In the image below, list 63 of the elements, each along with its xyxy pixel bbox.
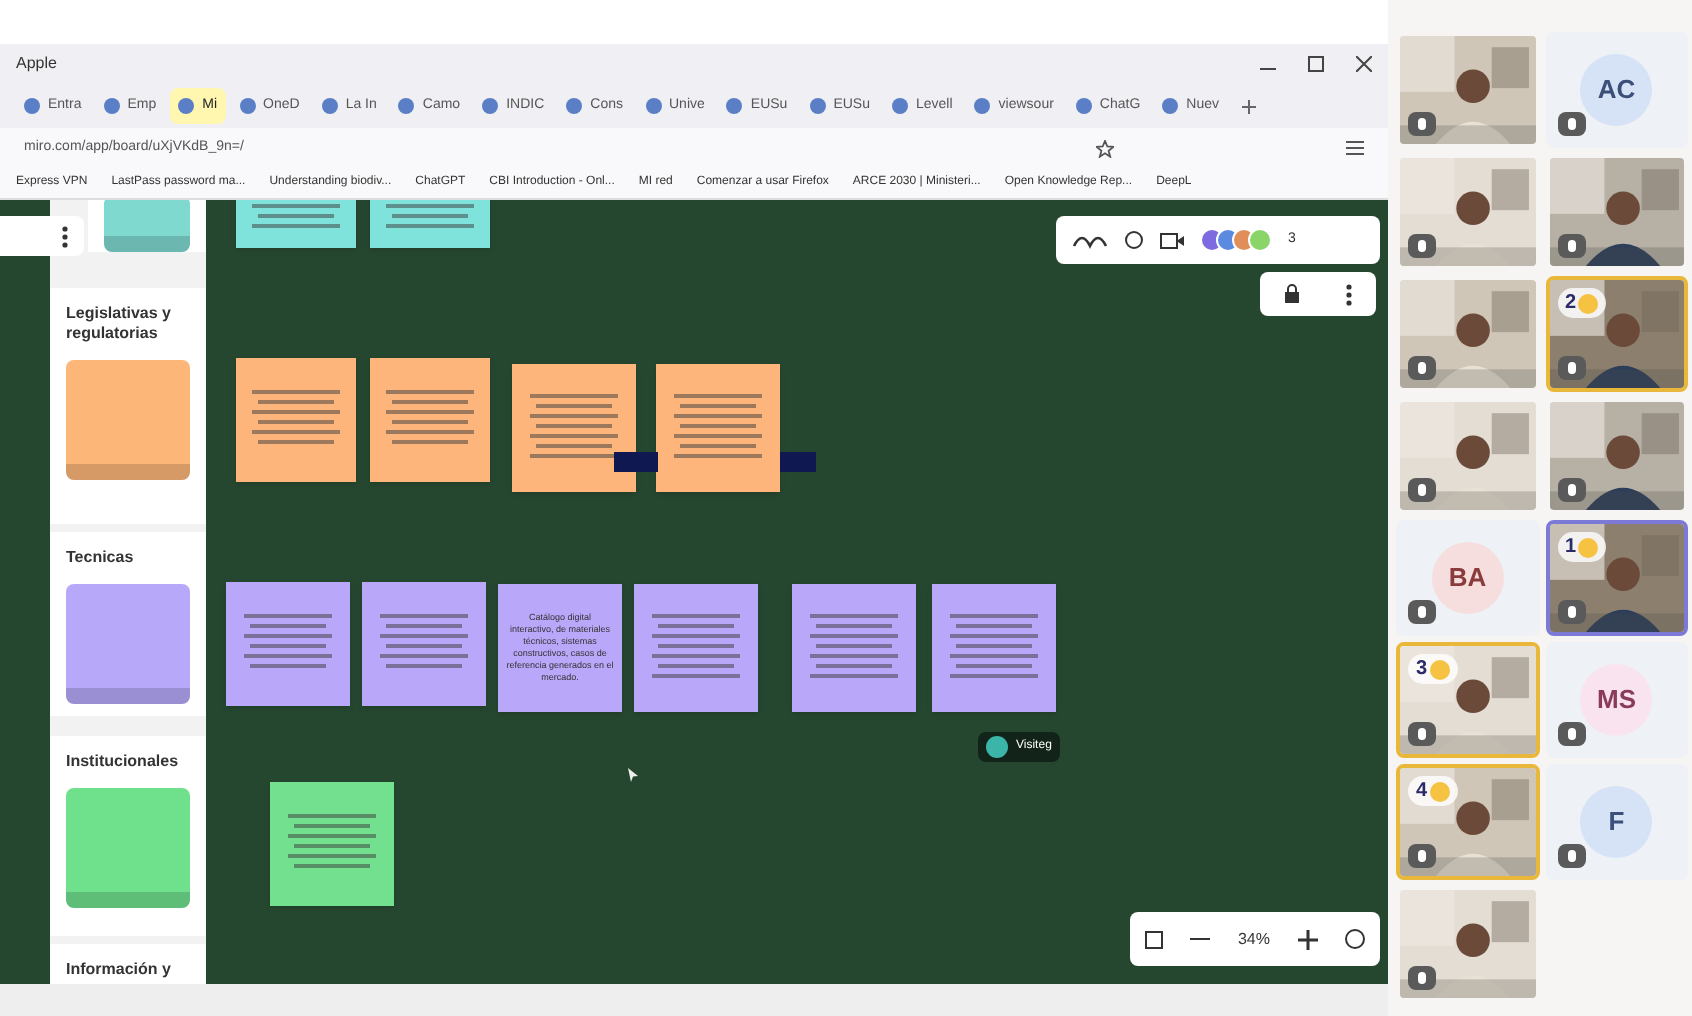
raised-hand-badge: 3 bbox=[1408, 654, 1458, 684]
favicon-icon bbox=[482, 98, 499, 114]
favicon-icon bbox=[24, 98, 40, 114]
window-title: Apple bbox=[16, 52, 57, 76]
user-avatar-icon bbox=[986, 736, 1008, 758]
menu-icon[interactable] bbox=[1346, 140, 1364, 156]
card-title: Información y bbox=[66, 960, 173, 980]
text-lines-drawing bbox=[652, 613, 740, 683]
new-tab-icon[interactable] bbox=[1241, 99, 1255, 113]
text-lines-drawing bbox=[386, 203, 474, 233]
panel-handle[interactable] bbox=[0, 216, 84, 256]
text-lines-drawing bbox=[810, 613, 898, 683]
lock-icon[interactable] bbox=[1283, 284, 1300, 304]
favicon-icon bbox=[645, 98, 661, 114]
close-icon[interactable] bbox=[1356, 56, 1372, 72]
avatar-initials: BA bbox=[1431, 542, 1504, 614]
favicon-icon bbox=[726, 98, 743, 114]
star-icon[interactable] bbox=[1096, 139, 1114, 157]
raised-hand-badge: 4 bbox=[1408, 776, 1458, 806]
favicon-icon bbox=[1075, 98, 1092, 114]
text-lines-drawing bbox=[252, 390, 340, 450]
favicon-icon bbox=[566, 98, 583, 114]
more-icon[interactable] bbox=[1346, 283, 1353, 305]
whiteboard-canvas[interactable] bbox=[0, 200, 1388, 984]
connector-block bbox=[614, 452, 658, 472]
text-lines-drawing bbox=[674, 393, 762, 463]
favicon-icon bbox=[1162, 98, 1179, 114]
zoom-in-icon[interactable] bbox=[1297, 929, 1318, 949]
sticky-note[interactable] bbox=[512, 364, 636, 492]
zoom-level: 34% bbox=[1237, 927, 1270, 951]
pointer-icon bbox=[628, 768, 638, 782]
text-lines-drawing bbox=[244, 614, 332, 674]
text-lines-drawing bbox=[288, 814, 376, 874]
restore-icon[interactable] bbox=[1308, 56, 1324, 72]
video-icon[interactable] bbox=[1160, 231, 1184, 249]
favicon-icon bbox=[178, 98, 195, 114]
library-card[interactable]: Legislativas y regulatorias bbox=[50, 288, 206, 524]
favicon-icon bbox=[321, 98, 338, 114]
avatar-initials: F bbox=[1580, 786, 1653, 858]
library-card[interactable] bbox=[88, 200, 206, 252]
text-lines-drawing bbox=[380, 614, 468, 674]
text-lines-drawing bbox=[386, 390, 474, 450]
avatar-initials: AC bbox=[1580, 54, 1653, 126]
favicon-icon bbox=[809, 98, 826, 114]
favicon-icon bbox=[239, 98, 256, 114]
collaborator-avatar[interactable] bbox=[1248, 228, 1272, 252]
favicon-icon bbox=[103, 98, 120, 114]
text-lines-drawing bbox=[252, 203, 340, 233]
more-icon[interactable] bbox=[62, 225, 68, 247]
favicon-icon bbox=[398, 98, 415, 114]
favicon-icon bbox=[892, 98, 908, 114]
library-card[interactable]: Tecnicas bbox=[50, 532, 206, 716]
card-title: Tecnicas bbox=[66, 548, 136, 568]
favicon-icon bbox=[974, 98, 991, 114]
library-card[interactable]: Institucionales bbox=[50, 736, 206, 936]
library-card[interactable]: Información y bbox=[50, 944, 206, 984]
card-title: Institucionales bbox=[66, 752, 181, 772]
avatar-initials: MS bbox=[1580, 664, 1653, 736]
text-lines-drawing bbox=[950, 613, 1038, 683]
connector-block bbox=[780, 452, 816, 472]
text-lines-drawing bbox=[530, 393, 618, 463]
card-title: Legislativas y regulatorias bbox=[66, 304, 173, 344]
fit-screen-icon[interactable] bbox=[1143, 929, 1164, 949]
